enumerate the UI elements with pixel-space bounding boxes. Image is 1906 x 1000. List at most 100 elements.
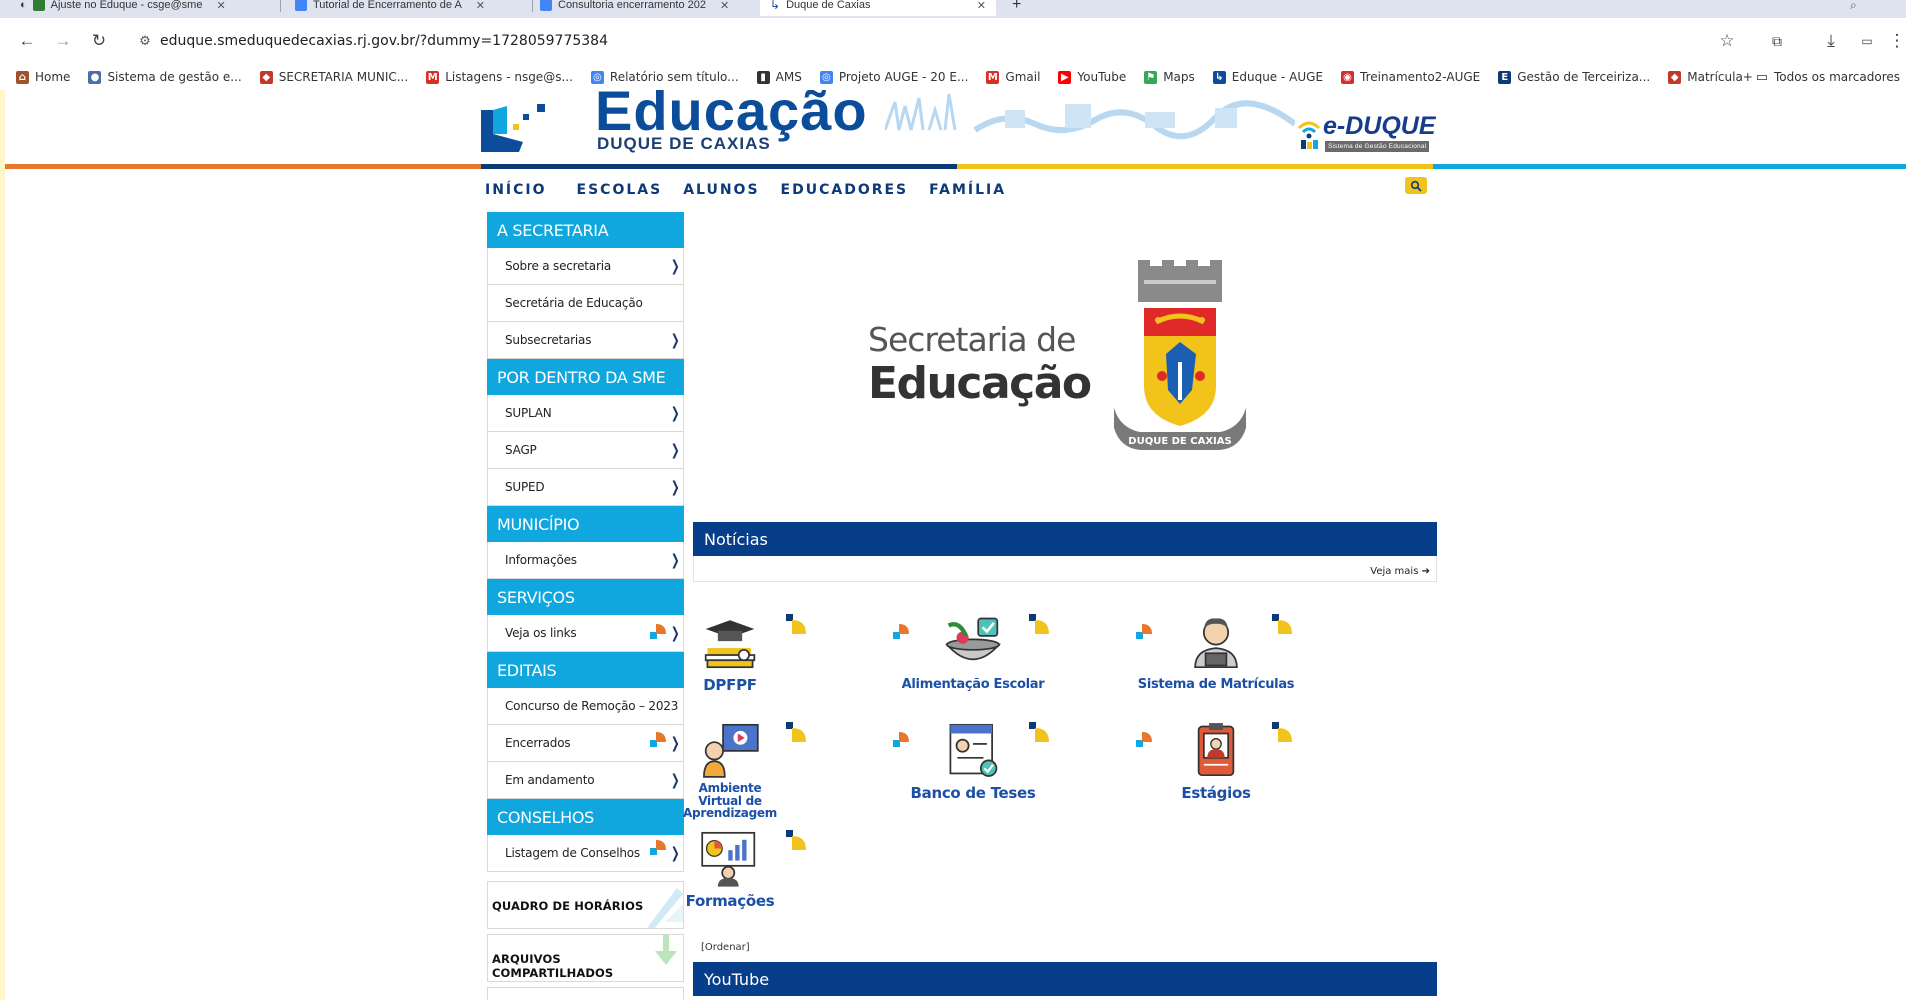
profile-icon[interactable]: ▭: [1854, 28, 1880, 54]
sidebar-item[interactable]: SAGP ❯: [487, 432, 684, 469]
duque-de-caxias-crest-icon: DUQUE DE CAXIAS 1566 1943: [1114, 260, 1246, 450]
tab-duque-de-caxias[interactable]: ↳ Duque de Caxias ✕: [760, 0, 996, 16]
sidebar-item[interactable]: Informações ❯: [487, 542, 684, 579]
header-stripe-navy: [481, 164, 957, 169]
address-bar[interactable]: ⚙ eduque.smeduquedecaxias.rj.gov.br/?dum…: [130, 26, 1750, 56]
main-navigation: INÍCIO ESCOLAS ALUNOS EDUCADORES FAMÍLIA: [485, 178, 1027, 202]
bookmark-item[interactable]: ● Sistema de gestão e...: [88, 70, 242, 84]
close-tab-icon[interactable]: ✕: [977, 0, 986, 12]
service-card[interactable]: Alimentação Escolar: [883, 612, 1063, 712]
graduation-cap-icon: [704, 620, 756, 669]
hero-line1: Secretaria de: [868, 320, 1076, 359]
nav-familia[interactable]: FAMÍLIA: [929, 182, 1006, 198]
header-stripe-yellow: [957, 164, 1433, 169]
close-tab-icon[interactable]: ✕: [476, 0, 485, 12]
arrow-right-icon: ➔: [1421, 566, 1430, 577]
folder-icon: ▭: [1755, 69, 1768, 85]
site-settings-icon[interactable]: ⚙: [130, 26, 160, 56]
bookmark-item[interactable]: M Gmail: [986, 70, 1040, 84]
bookmark-item[interactable]: ◎ Relatório sem título...: [590, 70, 739, 84]
bookmark-item[interactable]: M Listagens - nsge@s...: [426, 70, 573, 84]
extensions-icon[interactable]: ⧉: [1764, 28, 1790, 54]
browser-toolbar: ← → ↻ ⚙ eduque.smeduquedecaxias.rj.gov.b…: [0, 18, 1906, 64]
service-card[interactable]: Sistema de Matrículas: [1126, 612, 1306, 712]
site-header: Educação DUQUE DE CAXIAS e-DUQUE Sistema…: [5, 90, 1906, 166]
service-card[interactable]: DPFPF: [640, 612, 820, 712]
back-arrow-icon[interactable]: ←: [14, 28, 40, 54]
sidebar-box-partial[interactable]: [487, 987, 684, 1000]
secretaria-hero: Secretaria de Educação DUQUE DE CAXIAS 1…: [865, 258, 1265, 468]
search-button[interactable]: [1405, 177, 1427, 194]
close-tab-icon[interactable]: ✕: [216, 0, 225, 12]
ordenar-link[interactable]: [Ordenar]: [701, 942, 750, 953]
reload-icon[interactable]: ↻: [86, 28, 112, 54]
svg-text:1943: 1943: [1214, 415, 1234, 424]
bookmark-item[interactable]: ◆ SECRETARIA MUNIC...: [259, 70, 408, 84]
svg-text:1566: 1566: [1130, 415, 1150, 424]
tab-search-icon[interactable]: ⌕: [1840, 0, 1867, 16]
chrome-icon: ◐: [20, 0, 27, 11]
sidebar-section-title: POR DENTRO DA SME: [487, 359, 684, 395]
nav-escolas[interactable]: ESCOLAS: [577, 182, 663, 198]
service-card-label: Estágios: [1181, 784, 1251, 802]
tab-consultoria-encerramento[interactable]: Consultoria encerramento 202 ✕: [530, 0, 739, 16]
veja-mais-link[interactable]: Veja mais ➔: [1370, 566, 1430, 577]
document-check-icon: [949, 723, 998, 777]
bookmark-item[interactable]: E Gestão de Terceiriza...: [1498, 70, 1650, 84]
arquivos-compartilhados-box[interactable]: ARQUIVOS COMPARTILHADOS: [487, 934, 684, 982]
virtual-learning-icon: [703, 723, 759, 778]
nav-inicio[interactable]: INÍCIO: [485, 182, 547, 198]
food-bowl-icon: [945, 617, 1001, 661]
chevron-right-icon: ❯: [670, 551, 680, 569]
eduque-logo[interactable]: e-DUQUE Sistema de Gestão Educacional: [1295, 112, 1445, 158]
service-card-label: Alimentação Escolar: [901, 677, 1045, 692]
home-icon: ⌂: [16, 70, 29, 84]
close-tab-icon[interactable]: ✕: [720, 0, 729, 12]
service-card[interactable]: Estágios: [1126, 720, 1306, 820]
docs-icon: [295, 0, 307, 11]
sidebar-item[interactable]: Sobre a secretaria ❯: [487, 248, 684, 285]
gmail-icon: M: [986, 70, 1000, 84]
bookmark-item[interactable]: ↳ Eduque - AUGE: [1212, 70, 1323, 84]
sidebar-item[interactable]: SUPED ❯: [487, 469, 684, 506]
sidebar-section-title: SERVIÇOS: [487, 579, 684, 615]
service-card-label: Banco de Teses: [910, 784, 1036, 802]
bookmark-item[interactable]: ⚑ Maps: [1144, 70, 1195, 84]
new-tab-button[interactable]: +: [1002, 0, 1031, 16]
crest-icon: ◆: [1668, 70, 1682, 84]
tab-tutorial-encerramento[interactable]: Tutorial de Encerramento de A ✕: [285, 0, 495, 16]
service-card[interactable]: Ambiente Virtual de Aprendizagem: [640, 720, 820, 820]
url-text[interactable]: eduque.smeduquedecaxias.rj.gov.br/?dummy…: [160, 33, 608, 49]
tab-ajuste-eduque[interactable]: ◐ Ajuste no Eduque - csge@sme ✕: [10, 0, 236, 16]
education-logo-icon: [481, 104, 545, 152]
noticias-strip: Veja mais ➔: [693, 556, 1437, 582]
service-card[interactable]: Banco de Teses: [883, 720, 1063, 820]
e-icon: E: [1498, 70, 1512, 84]
bookmark-item[interactable]: ◎ Projeto AUGE - 20 E...: [819, 70, 968, 84]
menu-dots-icon[interactable]: ⋮: [1884, 28, 1906, 54]
bookmark-item[interactable]: ▮ AMS: [756, 70, 802, 84]
crest-icon: ◆: [259, 70, 273, 84]
bookmark-item[interactable]: ⌂ Home: [16, 70, 70, 84]
bookmark-item[interactable]: ◉ Treinamento2-AUGE: [1341, 70, 1480, 84]
download-icon[interactable]: ⤓: [1818, 28, 1844, 54]
all-bookmarks-folder[interactable]: ▭ Todos os marcadores: [1755, 64, 1906, 90]
arquivos-compartilhados-label: ARQUIVOS COMPARTILHADOS: [492, 952, 614, 980]
sidebar-section-title: MUNICÍPIO: [487, 506, 684, 542]
gmail-icon: M: [426, 70, 440, 84]
nav-alunos[interactable]: ALUNOS: [683, 182, 759, 198]
bookmark-item[interactable]: ▶ YouTube: [1058, 70, 1126, 84]
nav-educadores[interactable]: EDUCADORES: [781, 182, 909, 198]
tab-strip: ◐ Ajuste no Eduque - csge@sme ✕ Tutorial…: [0, 0, 1906, 18]
service-card[interactable]: Formações: [640, 828, 820, 928]
docs-icon: [540, 0, 552, 11]
sidebar-item[interactable]: SUPLAN ❯: [487, 395, 684, 432]
sidebar-item[interactable]: Secretária de Educação: [487, 285, 684, 322]
wifi-signal-icon: [1297, 121, 1321, 149]
sidebar-item[interactable]: Subsecretarias ❯: [487, 322, 684, 359]
forward-arrow-icon[interactable]: →: [50, 28, 76, 54]
header-stripe-orange: [5, 164, 481, 169]
looker-icon: ◎: [590, 70, 604, 84]
service-card-label: Ambiente Virtual de Aprendizagem: [683, 781, 777, 821]
bookmark-star-icon[interactable]: ☆: [1714, 28, 1740, 54]
